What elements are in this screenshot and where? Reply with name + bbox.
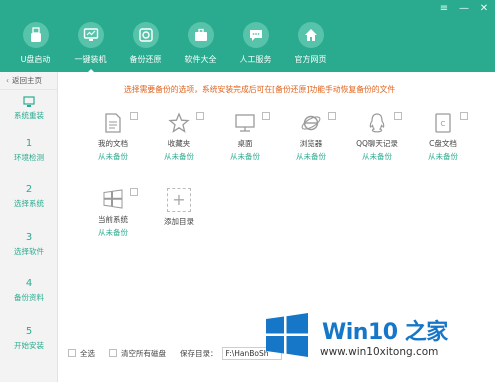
nav-label: 一键装机 (74, 55, 107, 64)
system-icon (23, 96, 35, 107)
item-status: 从未备份 (164, 152, 194, 161)
backup-item-c-drive-docs[interactable]: C C盘文档 从未备份 (414, 112, 472, 176)
chat-icon (242, 22, 269, 48)
backup-item-desktop[interactable]: 桌面 从未备份 (216, 112, 274, 176)
app-window: ≡ — ✕ U盘启动 一键装机 备份还原 软件大全 人工服务 官方网页 ‹ 返回… (0, 0, 495, 382)
item-status: 从未备份 (296, 152, 326, 161)
item-status: 从未备份 (98, 152, 128, 161)
step-label: 开始安装 (14, 341, 44, 350)
item-checkbox[interactable] (130, 188, 138, 196)
nav-label: 官方网页 (294, 55, 327, 64)
step-label: 系统重装 (14, 111, 44, 120)
nav-one-click-install[interactable]: 一键装机 (63, 22, 118, 74)
back-to-home-link[interactable]: ‹ 返回主页 (0, 72, 57, 90)
desktop-icon (235, 114, 255, 132)
step-3: 3 选择软件 (0, 232, 58, 257)
usb-icon (22, 22, 49, 48)
site-watermark: Win10 之家 www.win10xitong.com (262, 308, 495, 382)
step-number: 3 (25, 232, 33, 243)
select-all-label: 全选 (80, 348, 95, 358)
window-controls: ≡ — ✕ (439, 3, 489, 14)
backup-item-browser[interactable]: 浏览器 从未备份 (282, 112, 340, 176)
item-checkbox[interactable] (394, 112, 402, 120)
step-number: 2 (25, 184, 33, 195)
step-4: 4 备份资料 (0, 278, 58, 303)
top-nav-bar: ≡ — ✕ U盘启动 一键装机 备份还原 软件大全 人工服务 官方网页 (0, 0, 495, 74)
step-label: 选择软件 (14, 247, 44, 256)
nav-label: 软件大全 (184, 55, 217, 64)
ie-icon (301, 115, 321, 131)
qq-icon (369, 113, 385, 133)
item-name: 浏览器 (299, 139, 323, 148)
main-nav: U盘启动 一键装机 备份还原 软件大全 人工服务 官方网页 (8, 22, 338, 74)
nav-website[interactable]: 官方网页 (283, 22, 338, 72)
select-all-checkbox[interactable] (68, 349, 76, 357)
step-label: 环境检测 (14, 153, 44, 162)
svg-text:C: C (441, 120, 446, 128)
document-icon (105, 113, 121, 133)
watermark-title: Win10 之家 (322, 320, 448, 345)
nav-label: U盘启动 (20, 55, 51, 64)
nav-label: 人工服务 (239, 55, 272, 64)
plus-icon: + (167, 188, 191, 212)
backup-icon (132, 22, 159, 48)
item-name: 桌面 (237, 139, 253, 148)
add-directory-button[interactable]: + 添加目录 (150, 188, 208, 252)
step-1: 1 环境检测 (0, 138, 58, 163)
backup-instructions: 选择需要备份的选项，系统安装完成后可在[备份还原]功能手动恢复备份的文件 (124, 85, 396, 94)
backup-item-favorites[interactable]: 收藏夹 从未备份 (150, 112, 208, 176)
backup-item-current-system[interactable]: 当前系统 从未备份 (84, 188, 142, 252)
close-button[interactable]: ✕ (479, 3, 489, 14)
step-5: 5 开始安装 (0, 326, 58, 351)
item-name: 我的文档 (98, 139, 128, 148)
drive-icon: C (435, 113, 451, 133)
nav-label: 备份还原 (129, 55, 162, 64)
nav-usb-boot[interactable]: U盘启动 (8, 22, 63, 72)
item-checkbox[interactable] (130, 112, 138, 120)
nav-support[interactable]: 人工服务 (228, 22, 283, 72)
item-name: 当前系统 (98, 215, 128, 224)
minimize-button[interactable]: — (459, 3, 469, 14)
nav-software[interactable]: 软件大全 (173, 22, 228, 72)
item-name: C盘文档 (429, 139, 457, 148)
step-number: 5 (25, 326, 33, 337)
item-checkbox[interactable] (196, 112, 204, 120)
watermark-url: www.win10xitong.com (320, 346, 439, 358)
step-2: 2 选择系统 (0, 184, 58, 209)
item-status: 从未备份 (230, 152, 260, 161)
nav-backup-restore[interactable]: 备份还原 (118, 22, 173, 72)
star-icon (168, 112, 190, 133)
item-checkbox[interactable] (262, 112, 270, 120)
save-dir-label: 保存目录： (180, 348, 218, 358)
item-name: QQ聊天记录 (356, 139, 398, 148)
item-name: 添加目录 (164, 217, 194, 226)
windows-icon (103, 189, 123, 209)
clear-disks-checkbox[interactable] (109, 349, 117, 357)
step-system-reinstall: 系统重装 (0, 96, 58, 121)
item-status: 从未备份 (428, 152, 458, 161)
backup-item-documents[interactable]: 我的文档 从未备份 (84, 112, 142, 176)
briefcase-icon (187, 22, 214, 48)
item-name: 收藏夹 (167, 139, 191, 148)
menu-icon[interactable]: ≡ (439, 3, 449, 14)
item-checkbox[interactable] (328, 112, 336, 120)
item-status: 从未备份 (362, 152, 392, 161)
windows-logo-icon (266, 313, 308, 357)
monitor-icon (77, 22, 104, 48)
step-label: 备份资料 (14, 293, 44, 302)
item-checkbox[interactable] (460, 112, 468, 120)
back-label: 返回主页 (12, 76, 42, 85)
step-number: 1 (25, 138, 33, 149)
chevron-left-icon: ‹ (6, 76, 9, 85)
clear-disks-option[interactable]: 清空所有磁盘 (109, 348, 166, 359)
item-status: 从未备份 (98, 228, 128, 237)
backup-item-qq-chat[interactable]: QQ聊天记录 从未备份 (348, 112, 406, 176)
step-label: 选择系统 (14, 199, 44, 208)
home-icon (297, 22, 324, 48)
step-number: 4 (25, 278, 33, 289)
step-sidebar: ‹ 返回主页 系统重装 1 环境检测 2 选择系统 3 选择软件 4 备份资料 … (0, 72, 58, 382)
select-all-option[interactable]: 全选 (68, 348, 95, 359)
clear-disks-label: 清空所有磁盘 (121, 348, 166, 358)
